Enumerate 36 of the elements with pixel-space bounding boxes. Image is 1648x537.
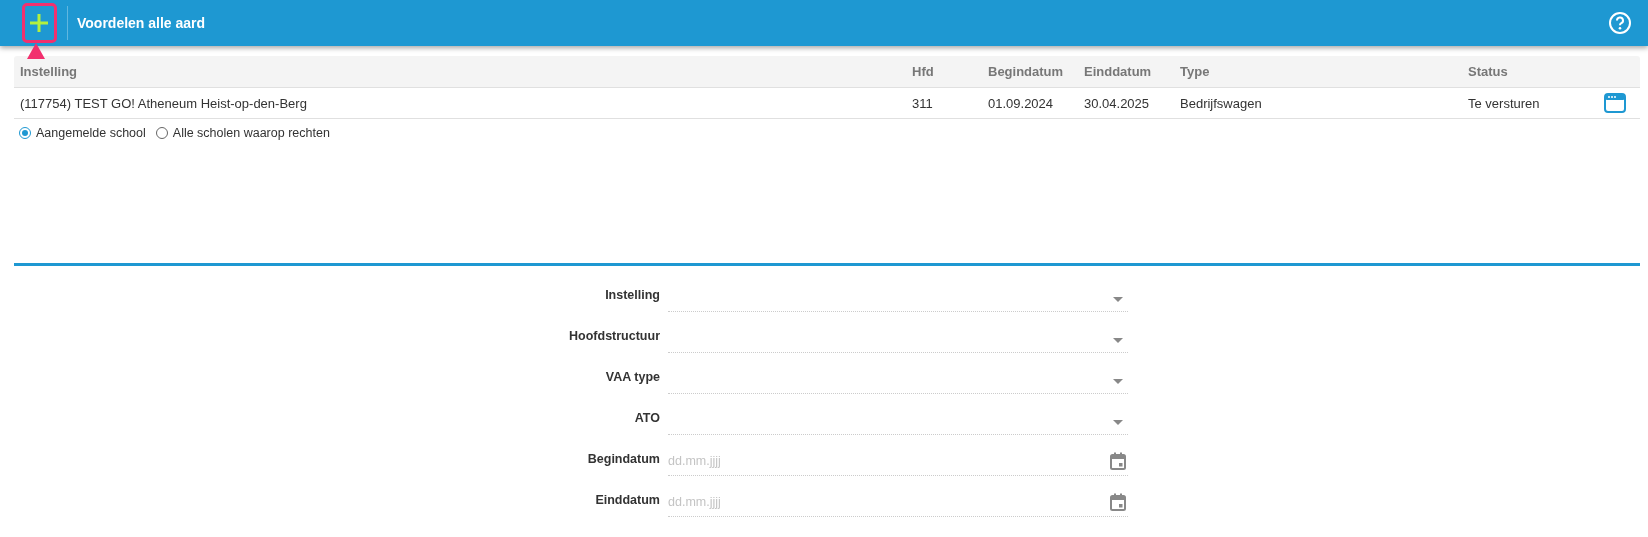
calendar-icon[interactable] — [1110, 492, 1126, 511]
field-label: ATO — [633, 411, 661, 427]
field-label: Instelling — [604, 288, 661, 304]
caret-icon — [1113, 379, 1123, 384]
column-header: Begindatum — [988, 64, 1065, 79]
field-label: Hoofdstructuur — [568, 329, 661, 345]
column-header: Einddatum — [1084, 64, 1153, 79]
caret-icon — [1113, 297, 1123, 302]
column-header: Hfd — [912, 64, 935, 79]
window-icon — [1604, 93, 1626, 113]
column-header: Status — [1468, 64, 1509, 79]
arrow-annotation — [26, 43, 46, 59]
field-label: VAA type — [604, 370, 661, 386]
table-cell-text: 311 — [912, 95, 934, 111]
caret-icon — [1113, 420, 1123, 425]
table-cell-text: Te versturen — [1468, 95, 1541, 111]
page-title: Voordelen alle aard — [77, 15, 207, 31]
highlight-frame — [22, 3, 57, 43]
help-icon — [1608, 11, 1632, 35]
calendar-icon[interactable] — [1110, 451, 1126, 470]
table-cell-text: (117754) TEST GO! Atheneum Heist-op-den-Berg — [20, 95, 308, 111]
help-button[interactable] — [1608, 11, 1632, 35]
table-cell-text: Bedrijfswagen — [1180, 95, 1263, 111]
field-label: Einddatum — [594, 493, 661, 509]
radio-option[interactable]: Aangemelde school — [19, 126, 146, 140]
column-header: Instelling — [20, 64, 79, 79]
caret-icon — [1113, 338, 1123, 343]
radio-option[interactable]: Alle scholen waarop rechten — [155, 126, 330, 140]
plus-icon — [29, 13, 49, 33]
placeholder: dd.mm.jjjj — [668, 494, 721, 509]
column-header: Type — [1180, 64, 1211, 79]
table-cell-text: 01.09.2024 — [988, 95, 1055, 111]
open-button[interactable] — [1604, 93, 1626, 113]
placeholder: dd.mm.jjjj — [668, 453, 721, 468]
field-label: Begindatum — [586, 452, 661, 468]
table-cell-text: 30.04.2025 — [1084, 95, 1151, 111]
